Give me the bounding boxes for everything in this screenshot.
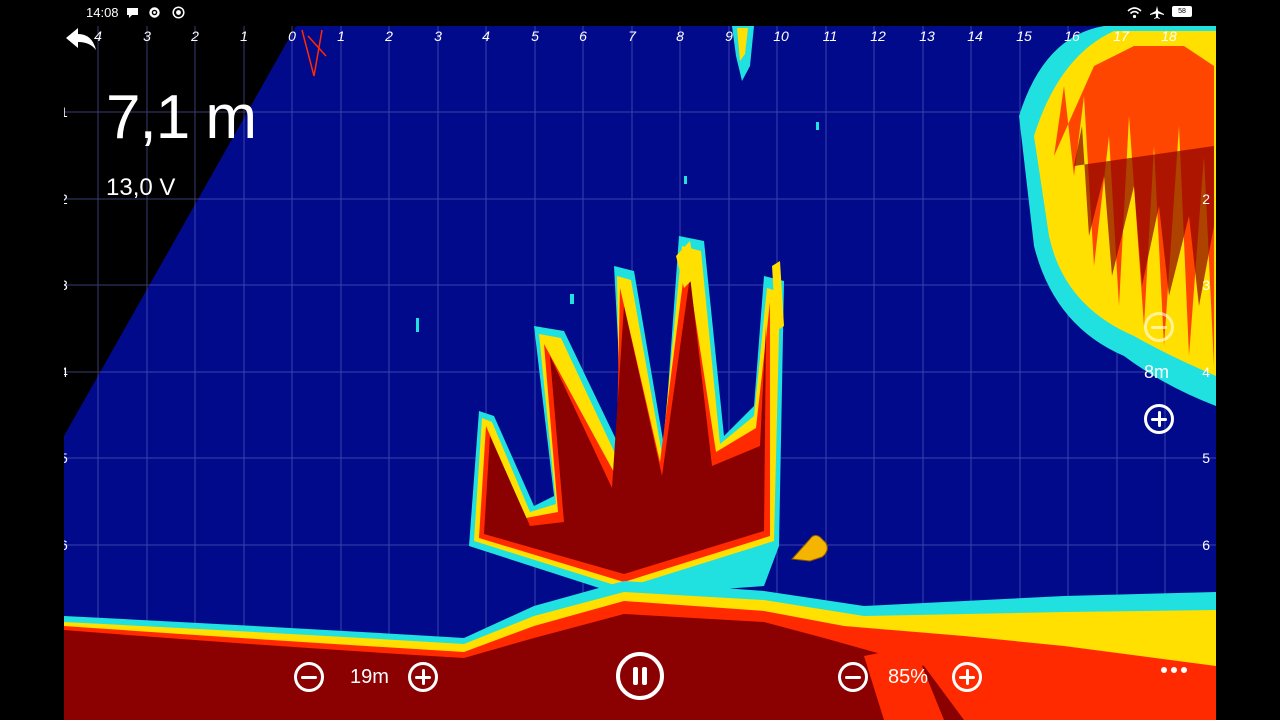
sonar-display[interactable]: 4 3 2 1 0 1 2 3 4 5 6 7 8 9 10 11 12 13 … <box>64 26 1216 720</box>
y-tick-right: 5 <box>1202 450 1210 466</box>
depth-readout: 7,1 m <box>106 83 257 152</box>
x-tick: 8 <box>676 28 684 44</box>
more-dots-icon <box>1161 667 1187 673</box>
settings-gear-icon <box>149 7 160 18</box>
right-range-decrease-button[interactable] <box>1144 312 1174 342</box>
pause-icon <box>633 667 638 685</box>
back-arrow-icon[interactable] <box>64 26 98 54</box>
x-tick: 4 <box>482 28 490 44</box>
x-tick: 3 <box>434 28 442 44</box>
echo-specks <box>301 26 819 332</box>
airplane-icon <box>1150 6 1164 19</box>
minus-icon <box>845 675 861 679</box>
range-value-label: 19m <box>350 666 389 688</box>
x-tick: 17 <box>1113 28 1129 44</box>
y-tick-left: 3 <box>64 277 68 293</box>
x-tick: 2 <box>191 28 199 44</box>
range-decrease-button[interactable] <box>294 662 324 692</box>
y-tick-left: 6 <box>64 537 68 553</box>
right-range-label: 8m <box>1144 362 1170 382</box>
echo-tree-structure <box>469 236 784 596</box>
right-range-increase-button[interactable] <box>1144 404 1174 434</box>
x-tick: 10 <box>773 28 789 44</box>
y-tick-right: 2 <box>1202 191 1210 207</box>
x-tick: 16 <box>1064 28 1080 44</box>
minus-icon <box>301 675 317 679</box>
status-bar: 14:08 58 <box>0 0 1280 26</box>
x-tick: 5 <box>531 28 539 44</box>
x-tick: 1 <box>337 28 345 44</box>
pointer-hand-icon <box>790 534 828 562</box>
gain-value-label: 85% <box>888 666 929 688</box>
pause-button[interactable] <box>616 652 664 700</box>
x-tick: 3 <box>143 28 151 44</box>
x-tick: 12 <box>870 28 886 44</box>
gain-decrease-button[interactable] <box>838 662 868 692</box>
y-tick-right: 6 <box>1202 537 1210 553</box>
y-tick-right: 4 <box>1202 364 1210 380</box>
x-tick: 1 <box>240 28 248 44</box>
minus-icon <box>1151 325 1167 329</box>
battery-level: 58 <box>1178 8 1186 15</box>
y-tick-left: 2 <box>64 191 68 207</box>
range-increase-button[interactable] <box>408 662 438 692</box>
voltage-readout: 13,0 V <box>106 174 176 201</box>
battery-icon: 58 <box>1172 6 1192 17</box>
y-tick-left: 5 <box>64 450 68 466</box>
x-tick: 13 <box>919 28 935 44</box>
chat-bubble-icon <box>127 8 138 18</box>
x-tick: 18 <box>1161 28 1177 44</box>
wifi-icon <box>1127 7 1142 19</box>
x-tick: 11 <box>822 28 838 44</box>
y-tick-left: 1 <box>64 104 68 120</box>
gain-increase-button[interactable] <box>952 662 982 692</box>
echo-cloud-right <box>1019 26 1216 406</box>
x-tick: 14 <box>967 28 983 44</box>
x-tick: 9 <box>725 28 733 44</box>
x-tick: 7 <box>628 28 636 44</box>
x-tick: 0 <box>288 28 296 44</box>
status-time: 14:08 <box>86 5 119 20</box>
y-tick-left: 4 <box>64 364 68 380</box>
target-icon <box>172 6 185 19</box>
x-tick: 6 <box>579 28 587 44</box>
y-tick-right: 3 <box>1202 277 1210 293</box>
x-tick: 2 <box>385 28 393 44</box>
x-tick: 15 <box>1016 28 1032 44</box>
